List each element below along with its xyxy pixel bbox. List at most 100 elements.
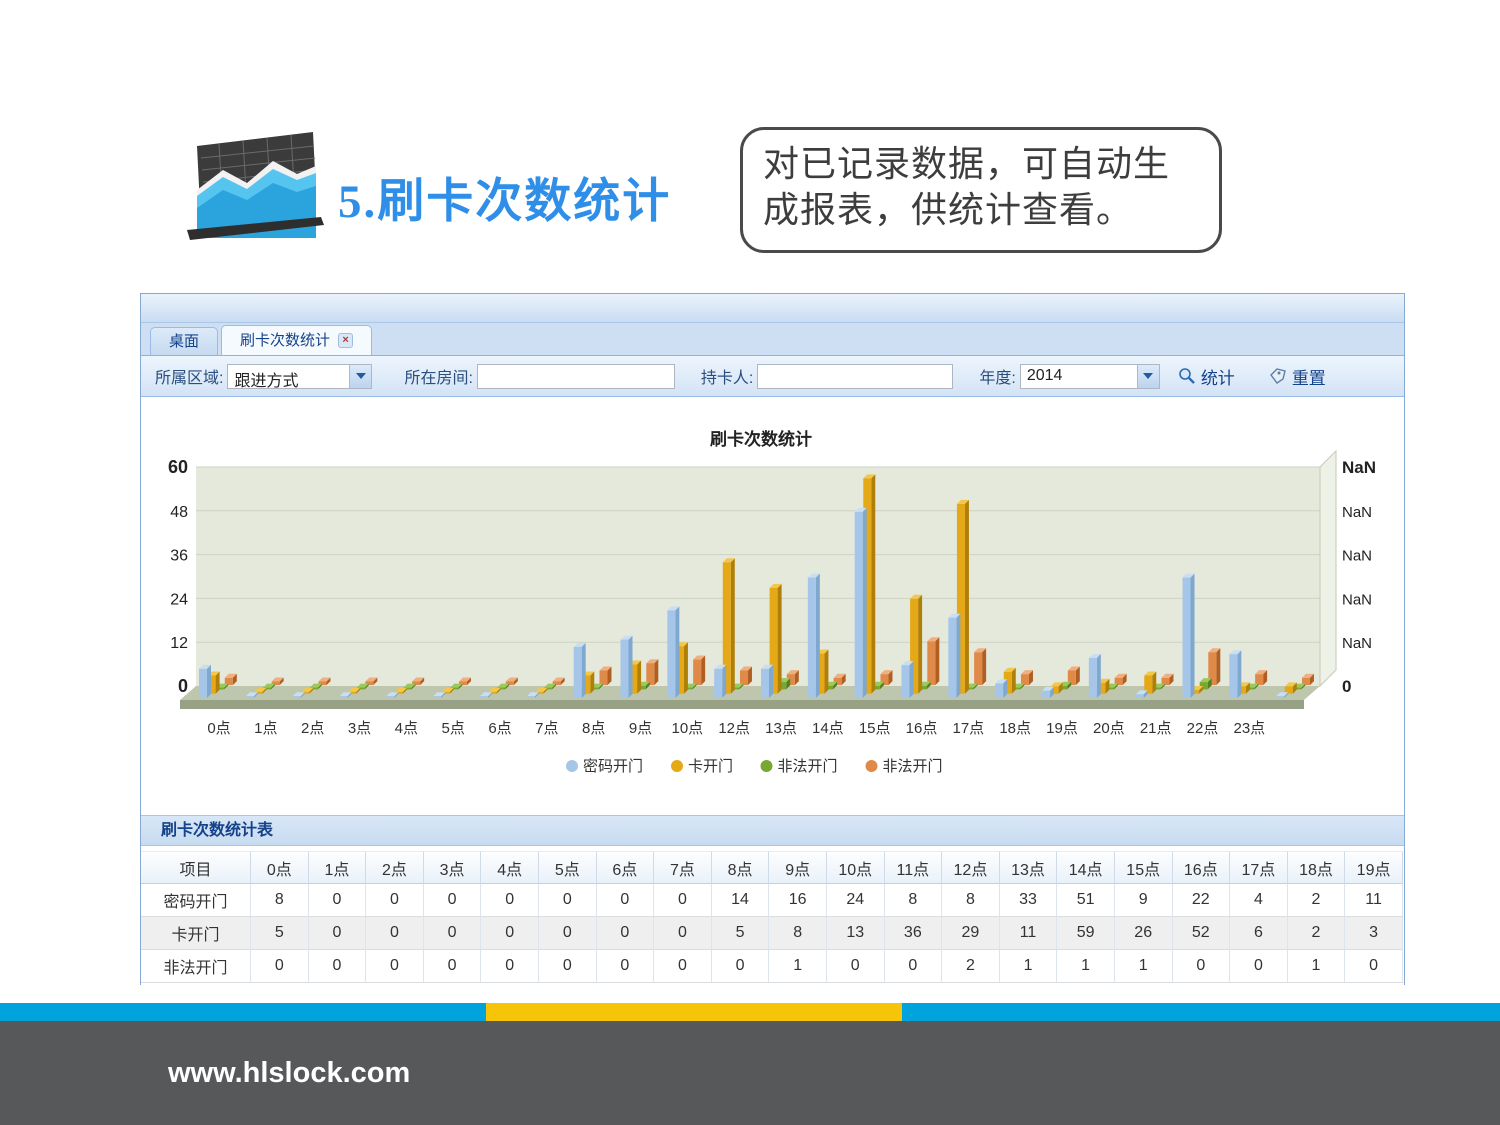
- svg-text:8点: 8点: [582, 720, 605, 737]
- table-cell: 0: [424, 884, 482, 917]
- table-cell: 29: [942, 917, 1000, 950]
- svg-text:1点: 1点: [254, 720, 277, 737]
- table-cell: 8: [251, 884, 309, 917]
- table-cell: 卡开门: [141, 917, 251, 950]
- table-cell: 0: [597, 917, 655, 950]
- svg-text:20点: 20点: [1093, 720, 1125, 737]
- svg-text:密码开门: 密码开门: [583, 758, 643, 775]
- table-header-cell: 4点: [481, 851, 539, 884]
- holder-input[interactable]: [757, 364, 953, 389]
- room-label: 所在房间:: [404, 364, 472, 388]
- svg-text:NaN: NaN: [1342, 548, 1372, 565]
- table-cell: 非法开门: [141, 950, 251, 983]
- statistics-button[interactable]: 统计: [1178, 364, 1235, 389]
- table-cell: 6: [1230, 917, 1288, 950]
- svg-text:9点: 9点: [629, 720, 652, 737]
- chevron-down-icon: [1143, 373, 1153, 379]
- table-cell: 0: [424, 917, 482, 950]
- svg-text:NaN: NaN: [1342, 458, 1376, 477]
- table-cell: 0: [885, 950, 943, 983]
- svg-text:13点: 13点: [765, 720, 797, 737]
- svg-text:18点: 18点: [999, 720, 1031, 737]
- table-cell: 33: [1000, 884, 1058, 917]
- magnifier-icon: [1178, 367, 1196, 385]
- table-cell: 8: [885, 884, 943, 917]
- footer-stripe-blue-left: [0, 1003, 486, 1021]
- table-cell: 0: [366, 917, 424, 950]
- statistics-table: 项目0点1点2点3点4点5点6点7点8点9点10点11点12点13点14点15点…: [141, 851, 1404, 983]
- year-dropdown[interactable]: 2014: [1020, 364, 1160, 389]
- table-cell: 0: [597, 884, 655, 917]
- table-cell: 2: [1288, 917, 1346, 950]
- table-header-cell: 19点: [1345, 851, 1403, 884]
- table-cell: 0: [654, 917, 712, 950]
- table-cell: 14: [712, 884, 770, 917]
- table-header-cell: 17点: [1230, 851, 1288, 884]
- footer-bar: www.hlslock.com: [0, 1021, 1500, 1125]
- svg-text:10点: 10点: [671, 720, 703, 737]
- tab-swipe-statistics[interactable]: 刷卡次数统计 ×: [221, 325, 372, 355]
- table-cell: 0: [827, 950, 885, 983]
- svg-text:NaN: NaN: [1342, 591, 1372, 608]
- table-cell: 22: [1173, 884, 1231, 917]
- table-cell: 24: [827, 884, 885, 917]
- table-cell: 36: [885, 917, 943, 950]
- reset-button[interactable]: 重置: [1269, 364, 1326, 389]
- table-cell: 11: [1000, 917, 1058, 950]
- svg-text:36: 36: [170, 548, 188, 565]
- svg-text:24: 24: [170, 591, 188, 608]
- tag-icon: [1269, 367, 1287, 385]
- table-header-cell: 8点: [712, 851, 770, 884]
- reset-button-label: 重置: [1292, 364, 1326, 389]
- room-input[interactable]: [477, 364, 675, 389]
- svg-text:0点: 0点: [207, 720, 230, 737]
- footer-url: www.hlslock.com: [168, 1057, 410, 1090]
- table-cell: 0: [309, 884, 367, 917]
- svg-text:2点: 2点: [301, 720, 324, 737]
- area-dropdown-button[interactable]: [349, 365, 371, 388]
- table-cell: 1: [769, 950, 827, 983]
- table-cell: 1: [1000, 950, 1058, 983]
- table-cell: 0: [597, 950, 655, 983]
- svg-text:非法开门: 非法开门: [883, 758, 943, 775]
- svg-text:6点: 6点: [488, 720, 511, 737]
- table-cell: 0: [481, 884, 539, 917]
- table-cell: 9: [1115, 884, 1173, 917]
- table-cell: 8: [769, 917, 827, 950]
- callout-bubble: 对已记录数据，可自动生成报表，供统计查看。: [740, 127, 1222, 253]
- table-header-cell: 13点: [1000, 851, 1058, 884]
- table-cell: 26: [1115, 917, 1173, 950]
- svg-text:48: 48: [170, 504, 188, 521]
- area-dropdown[interactable]: 跟进方式: [227, 364, 372, 389]
- year-dropdown-value: 2014: [1021, 365, 1137, 388]
- table-row: 卡开门500000005813362911592652623: [141, 917, 1404, 950]
- svg-text:7点: 7点: [535, 720, 558, 737]
- table-cell: 0: [654, 950, 712, 983]
- table-row: 密码开门800000001416248833519224211: [141, 884, 1404, 917]
- table-header-cell: 项目: [141, 851, 251, 884]
- table-header-cell: 2点: [366, 851, 424, 884]
- tab-desktop[interactable]: 桌面: [150, 327, 218, 355]
- table-header-cell: 1点: [309, 851, 367, 884]
- tab-close-icon[interactable]: ×: [338, 333, 353, 348]
- table-cell: 1: [1288, 950, 1346, 983]
- table-header-cell: 15点: [1115, 851, 1173, 884]
- year-dropdown-button[interactable]: [1137, 365, 1159, 388]
- svg-text:刷卡次数统计: 刷卡次数统计: [710, 429, 812, 449]
- table-cell: 0: [251, 950, 309, 983]
- tab-bar: 桌面 刷卡次数统计 ×: [141, 323, 1404, 356]
- table-cell: 13: [827, 917, 885, 950]
- svg-text:15点: 15点: [859, 720, 891, 737]
- year-label: 年度:: [979, 364, 1015, 388]
- table-cell: 0: [424, 950, 482, 983]
- table-cell: 0: [654, 884, 712, 917]
- svg-text:19点: 19点: [1046, 720, 1078, 737]
- table-cell: 0: [1173, 950, 1231, 983]
- svg-text:22点: 22点: [1187, 720, 1219, 737]
- svg-text:14点: 14点: [812, 720, 844, 737]
- table-header-cell: 14点: [1057, 851, 1115, 884]
- svg-text:非法开门: 非法开门: [778, 758, 838, 775]
- svg-text:4点: 4点: [395, 720, 418, 737]
- table-cell: 5: [251, 917, 309, 950]
- svg-text:NaN: NaN: [1342, 635, 1372, 652]
